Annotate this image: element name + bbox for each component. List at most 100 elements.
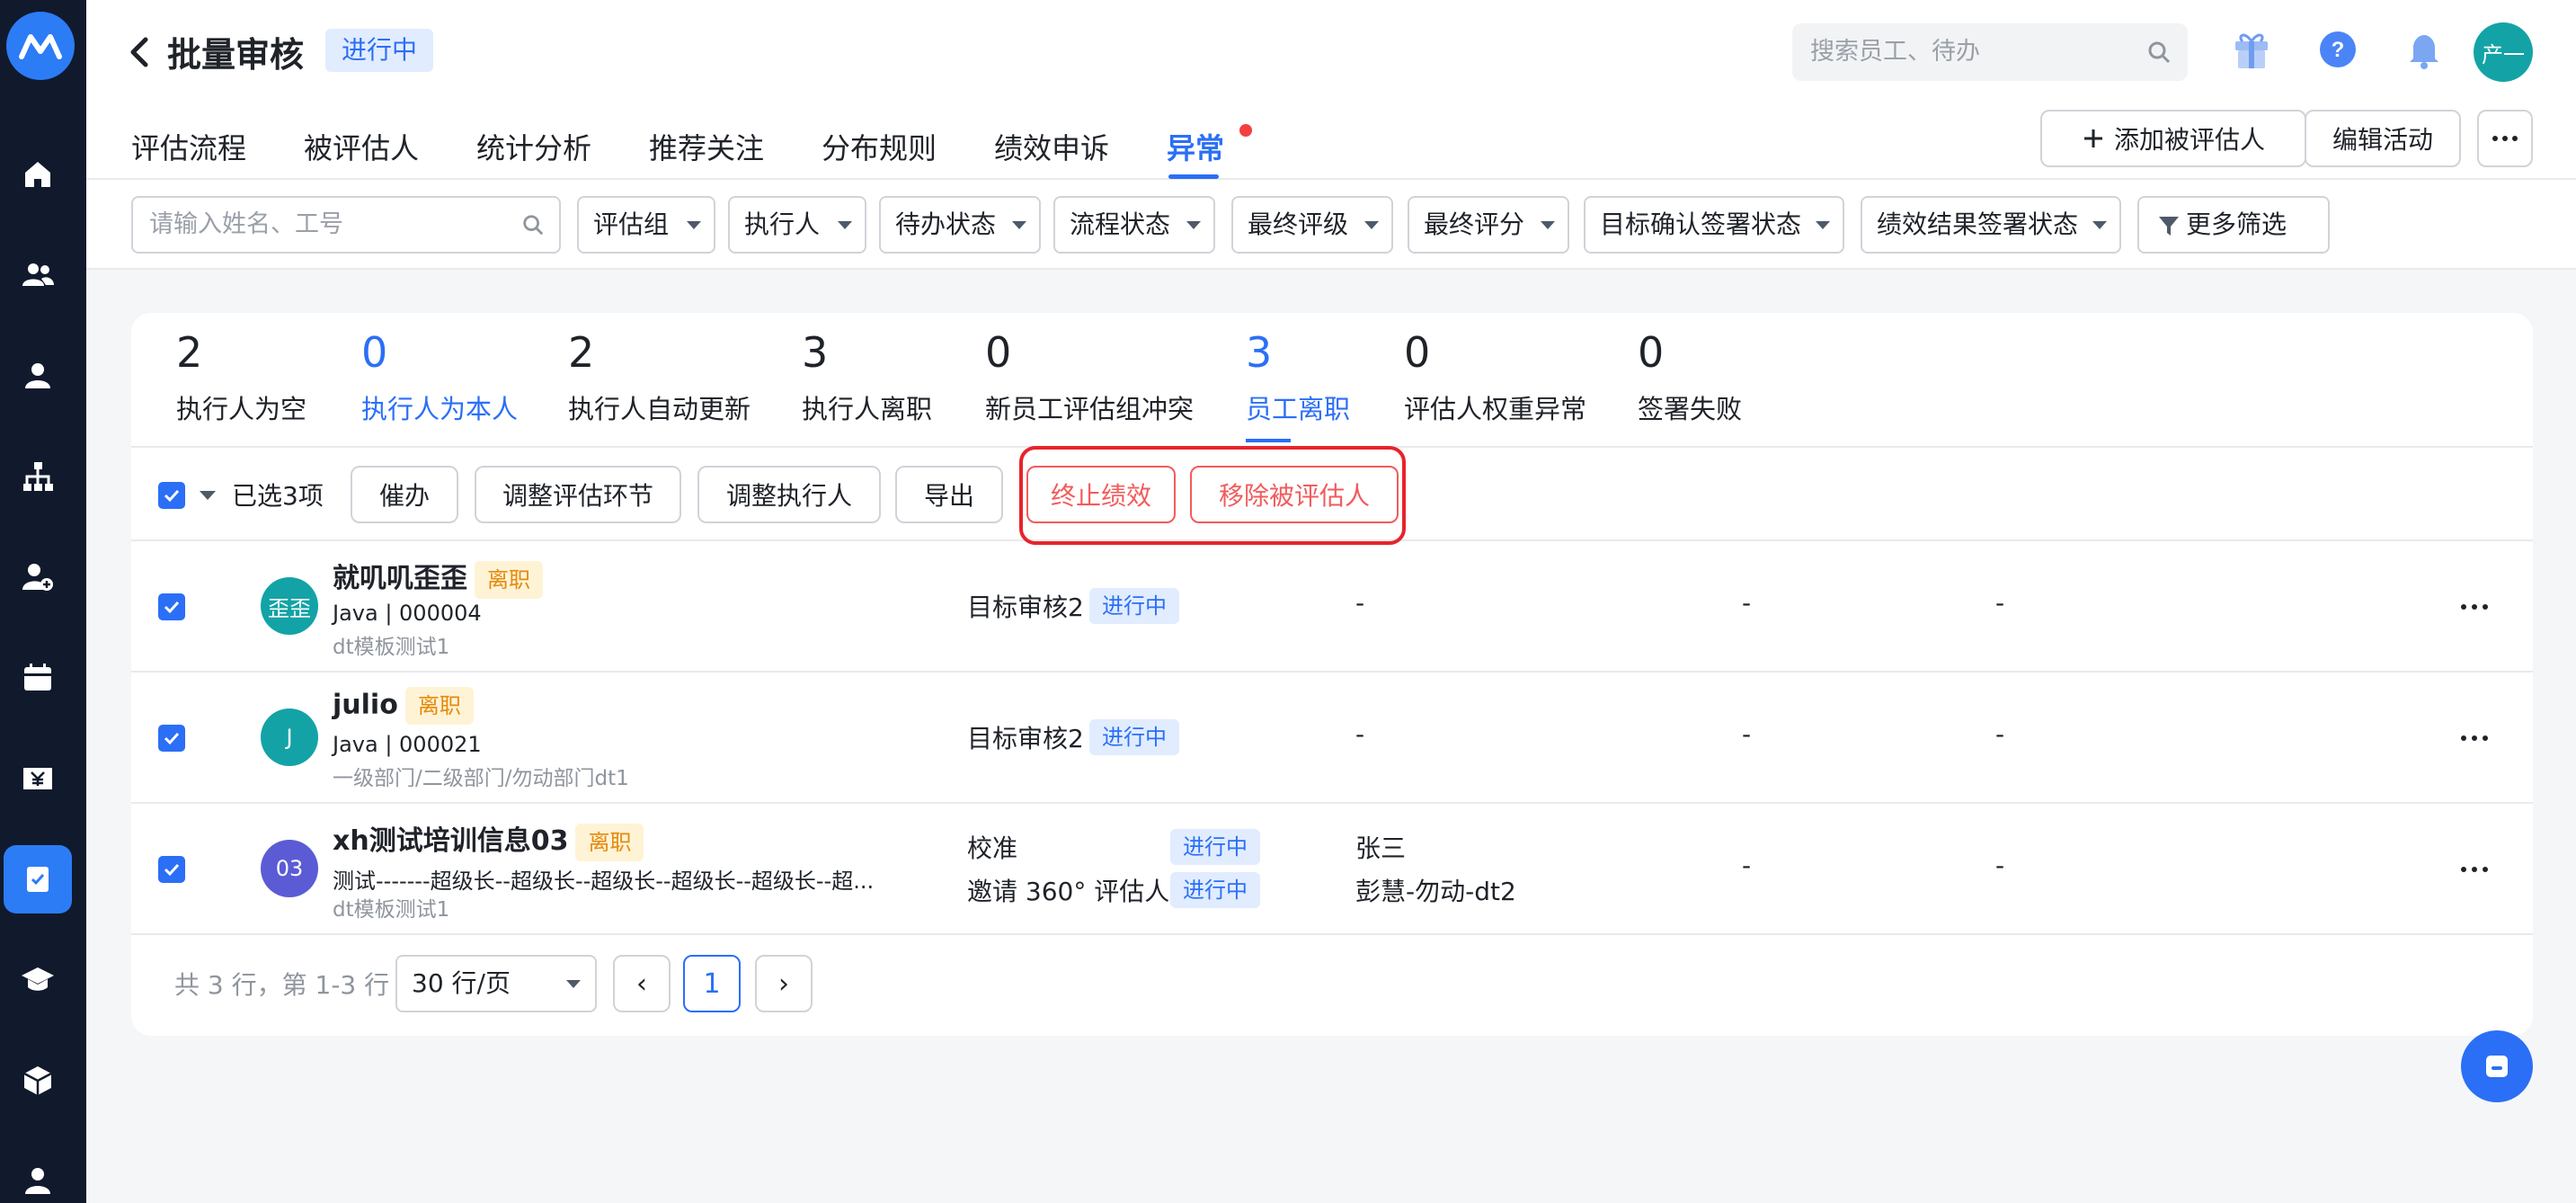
next-page-button[interactable]: › [755, 955, 813, 1012]
tab-evaluatees[interactable]: 被评估人 [304, 126, 419, 167]
search-placeholder: 搜索员工、待办 [1810, 38, 1980, 66]
global-search-input[interactable]: 搜索员工、待办 [1792, 23, 2188, 81]
salary-icon[interactable] [16, 757, 59, 800]
stat-sign-failed[interactable]: 0 签署失败 [1638, 324, 1742, 426]
page-size-select[interactable]: 30 行/页 [395, 955, 597, 1012]
help-icon[interactable]: ? [2315, 27, 2360, 72]
prev-page-button[interactable]: ‹ [613, 955, 671, 1012]
row-more-icon[interactable] [2459, 725, 2490, 752]
chat-icon [2486, 1056, 2508, 1077]
person-icon[interactable] [16, 354, 59, 397]
filter-bar: 请输入姓名、工号 评估组 执行人 待办状态 流程状态 最终评级 最终评分 目标确… [86, 180, 2576, 270]
box-icon[interactable] [16, 1059, 59, 1102]
table-row[interactable]: 歪歪 就叽叽歪歪 离职 Java | 000004 dt模板测试1 目标审核2 进… [131, 541, 2533, 673]
gift-icon[interactable] [2229, 27, 2274, 72]
employee-name[interactable]: julio 离职 [333, 687, 474, 725]
filter-flow-status[interactable]: 流程状态 [1053, 196, 1215, 254]
search-icon [2148, 41, 2171, 64]
tab-recommendations[interactable]: 推荐关注 [649, 126, 764, 167]
row-more-icon[interactable] [2459, 593, 2490, 620]
stat-new-employee-conflict[interactable]: 0 新员工评估组冲突 [985, 324, 1194, 426]
chevron-down-icon [566, 980, 581, 988]
tab-distribution-rules[interactable]: 分布规则 [822, 126, 937, 167]
stat-executor-auto-update[interactable]: 2 执行人自动更新 [568, 324, 751, 426]
filter-icon [2159, 217, 2179, 236]
more-filters-button[interactable]: 更多筛选 [2137, 196, 2330, 254]
stat-label: 员工离职 [1246, 394, 1351, 424]
home-icon[interactable] [16, 153, 59, 196]
export-button[interactable]: 导出 [895, 466, 1003, 523]
remind-button[interactable]: 催办 [351, 466, 458, 523]
filter-eval-group[interactable]: 评估组 [577, 196, 715, 254]
stat-employee-left[interactable]: 3 员工离职 [1246, 324, 1350, 426]
page-size-value: 30 行/页 [412, 968, 511, 998]
edit-activity-button[interactable]: 编辑活动 [2305, 110, 2461, 167]
stat-weight-anomaly[interactable]: 0 评估人权重异常 [1404, 324, 1586, 426]
chevron-down-icon[interactable] [200, 491, 216, 500]
profile-icon[interactable] [16, 1160, 59, 1203]
filter-todo-status[interactable]: 待办状态 [879, 196, 1041, 254]
stat-count: 3 [802, 328, 829, 377]
stat-executor-left[interactable]: 3 执行人离职 [802, 324, 932, 426]
filter-goal-sign-status[interactable]: 目标确认签署状态 [1584, 196, 1844, 254]
app-logo[interactable] [6, 12, 75, 80]
executor: 张三 [1355, 833, 1407, 863]
adjust-stage-button[interactable]: 调整评估环节 [475, 466, 681, 523]
check-icon [164, 732, 180, 745]
tab-exceptions[interactable]: 异常 [1167, 126, 1224, 167]
check-icon [164, 863, 180, 877]
select-all-checkbox[interactable] [158, 482, 185, 509]
stat-label: 执行人自动更新 [568, 394, 751, 424]
row-checkbox[interactable] [158, 725, 185, 752]
more-options-button[interactable] [2477, 110, 2533, 167]
row-more-icon[interactable] [2459, 856, 2490, 883]
tab-evaluation-flow[interactable]: 评估流程 [131, 126, 246, 167]
back-icon[interactable] [126, 34, 153, 70]
org-chart-icon[interactable] [16, 455, 59, 498]
learning-icon[interactable] [16, 958, 59, 1002]
check-icon [164, 489, 180, 503]
active-stat-indicator [1246, 439, 1291, 442]
tab-appeals[interactable]: 绩效申诉 [994, 126, 1109, 167]
filter-result-sign-status[interactable]: 绩效结果签署状态 [1861, 196, 2121, 254]
page-title: 批量审核 [167, 35, 305, 75]
row-checkbox[interactable] [158, 593, 185, 620]
filter-label: 目标确认签署状态 [1600, 209, 1802, 239]
add-person-icon[interactable] [16, 556, 59, 599]
name-search-placeholder: 请输入姓名、工号 [149, 210, 343, 238]
floating-chat-button[interactable] [2461, 1030, 2533, 1102]
stat-executor-self[interactable]: 0 执行人为本人 [361, 324, 518, 426]
add-evaluatee-button[interactable]: 添加被评估人 [2040, 110, 2306, 167]
employee-name[interactable]: xh测试培训信息03 离职 [333, 818, 644, 861]
employee-info: Java | 000021 [333, 732, 482, 757]
calendar-icon[interactable] [16, 656, 59, 700]
table-row[interactable]: 03 xh测试培训信息03 离职 测试-------超级长--超级长--超级长--… [131, 804, 2533, 935]
team-icon[interactable] [16, 254, 59, 297]
name-search-input[interactable]: 请输入姓名、工号 [131, 196, 561, 254]
table-row[interactable]: J julio 离职 Java | 000021 一级部门/二级部门/勿动部门dt… [131, 673, 2533, 804]
performance-icon[interactable] [4, 845, 72, 913]
avatar: 歪歪 [261, 577, 318, 635]
column-4-value: - [1742, 719, 1752, 749]
tab-statistics[interactable]: 统计分析 [476, 126, 591, 167]
employee-department: 一级部门/二级部门/勿动部门dt1 [333, 767, 629, 790]
user-avatar[interactable]: 产一 [2474, 22, 2533, 82]
chevron-down-icon [1012, 221, 1026, 229]
bell-icon[interactable] [2402, 27, 2447, 72]
employee-name[interactable]: 就叽叽歪歪 离职 [333, 556, 543, 599]
filter-final-rating[interactable]: 最终评级 [1231, 196, 1393, 254]
stage-status-badge-2: 进行中 [1170, 872, 1260, 908]
stat-executor-empty[interactable]: 2 执行人为空 [176, 324, 306, 426]
page-1-button[interactable]: 1 [683, 955, 741, 1012]
adjust-executor-button[interactable]: 调整执行人 [697, 466, 881, 523]
stage-name: 目标审核2 [967, 593, 1084, 622]
executor: - [1355, 588, 1365, 618]
filter-executor[interactable]: 执行人 [728, 196, 866, 254]
filter-label: 待办状态 [895, 209, 997, 239]
highlight-annotation [1019, 446, 1406, 545]
executor-2: 彭慧-勿动-dt2 [1355, 877, 1516, 906]
more-filters-label: 更多筛选 [2186, 209, 2287, 239]
avatar: J [261, 708, 318, 766]
filter-final-score[interactable]: 最终评分 [1408, 196, 1569, 254]
row-checkbox[interactable] [158, 856, 185, 883]
